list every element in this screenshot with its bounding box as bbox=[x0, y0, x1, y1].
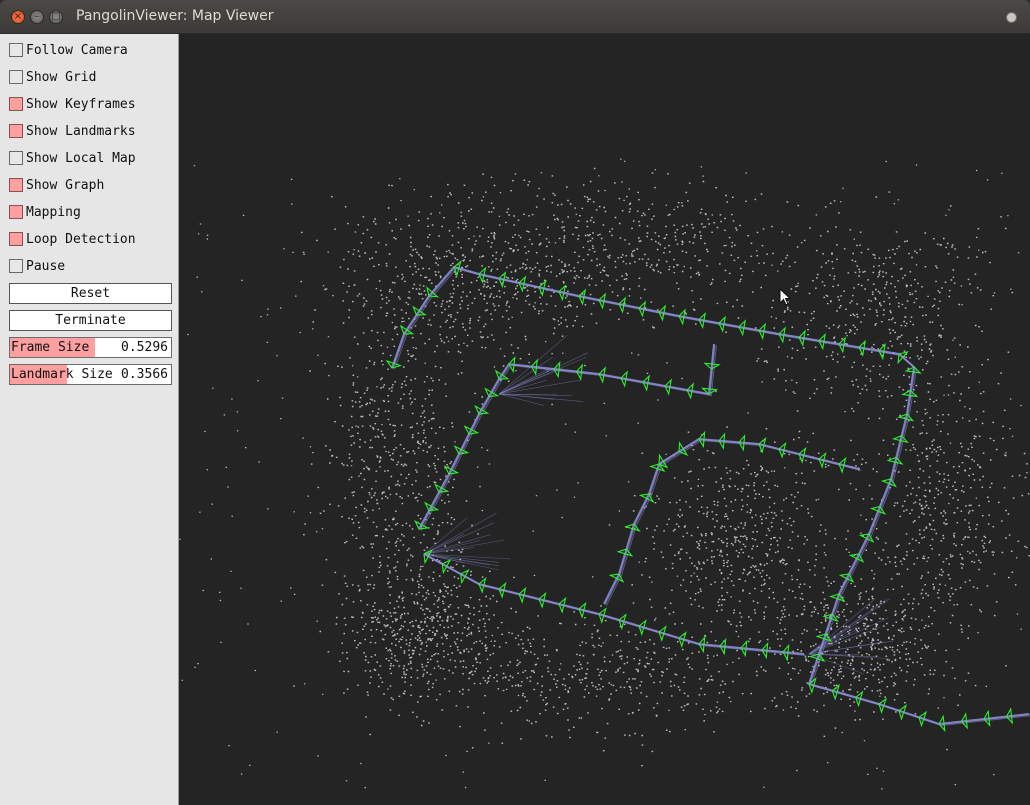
landmark-cloud bbox=[179, 158, 1030, 790]
minimize-icon: – bbox=[34, 11, 40, 22]
graph-edge bbox=[391, 265, 1030, 726]
graph-edge bbox=[808, 598, 876, 655]
toggle-follow-camera[interactable]: Follow Camera bbox=[9, 42, 128, 58]
checkbox-icon[interactable] bbox=[9, 97, 23, 111]
toggle-show-grid[interactable]: Show Grid bbox=[9, 69, 96, 85]
toggle-pause[interactable]: Pause bbox=[9, 258, 65, 274]
graph-edges bbox=[391, 265, 1030, 727]
checkbox-icon[interactable] bbox=[9, 259, 23, 273]
checkbox-icon[interactable] bbox=[9, 178, 23, 192]
checkbox-icon[interactable] bbox=[9, 124, 23, 138]
graph-edge bbox=[421, 345, 717, 531]
toggle-show-graph[interactable]: Show Graph bbox=[9, 177, 104, 193]
checkbox-icon[interactable] bbox=[9, 232, 23, 246]
close-icon: × bbox=[13, 11, 23, 22]
toggle-show-landmarks[interactable]: Show Landmarks bbox=[9, 123, 136, 139]
graph-edge bbox=[603, 463, 660, 605]
toggle-mapping[interactable]: Mapping bbox=[9, 204, 81, 220]
toggle-label: Mapping bbox=[26, 204, 81, 220]
graph-edge bbox=[425, 554, 806, 656]
window-menu-icon[interactable] bbox=[1006, 12, 1017, 23]
slider-label: Frame Size bbox=[11, 340, 90, 355]
mouse-cursor-icon bbox=[779, 288, 792, 306]
graph-edge bbox=[419, 344, 716, 530]
graph-edge bbox=[498, 393, 544, 406]
graph-edge bbox=[426, 555, 807, 656]
maximize-window-button[interactable]: □ bbox=[49, 10, 63, 24]
landmark-points bbox=[179, 158, 1030, 790]
frame-size-slider[interactable]: Frame Size 0.5296 bbox=[9, 337, 172, 358]
checkbox-icon[interactable] bbox=[9, 70, 23, 84]
title-bar: × – □ PangolinViewer: Map Viewer bbox=[0, 0, 1030, 34]
graph-edge bbox=[808, 598, 888, 655]
minimize-window-button[interactable]: – bbox=[30, 10, 44, 24]
slider-value: 0.5296 bbox=[121, 340, 168, 355]
toggle-show-local-map[interactable]: Show Local Map bbox=[9, 150, 136, 166]
map-viewport[interactable] bbox=[179, 34, 1030, 805]
toggle-label: Show Graph bbox=[26, 177, 105, 193]
terminate-button[interactable]: Terminate bbox=[9, 310, 172, 331]
app-window: × – □ PangolinViewer: Map Viewer Follow … bbox=[0, 0, 1030, 805]
slider-label: Landmark Size bbox=[11, 367, 113, 382]
toggle-label: Follow Camera bbox=[26, 42, 128, 58]
close-window-button[interactable]: × bbox=[11, 10, 25, 24]
toggle-label: Show Grid bbox=[26, 69, 97, 85]
toggle-label: Show Keyframes bbox=[26, 96, 136, 112]
map-canvas[interactable] bbox=[179, 34, 1030, 805]
landmark-size-slider[interactable]: Landmark Size 0.3566 bbox=[9, 364, 172, 385]
graph-edge bbox=[423, 553, 805, 655]
toggle-loop-detection[interactable]: Loop Detection bbox=[9, 231, 136, 247]
keyframe-frustums bbox=[385, 260, 1013, 733]
checkbox-icon[interactable] bbox=[9, 151, 23, 165]
toggle-label: Pause bbox=[26, 258, 66, 274]
control-panel: Follow Camera Show Grid Show Keyframes S… bbox=[0, 34, 179, 805]
toggle-label: Show Landmarks bbox=[26, 123, 136, 139]
window-title: PangolinViewer: Map Viewer bbox=[76, 8, 274, 24]
slider-value: 0.3566 bbox=[121, 367, 168, 382]
graph-edge bbox=[392, 267, 1030, 726]
toggle-show-keyframes[interactable]: Show Keyframes bbox=[9, 96, 136, 112]
reset-button[interactable]: Reset bbox=[9, 283, 172, 304]
checkbox-icon[interactable] bbox=[9, 205, 23, 219]
maximize-icon: □ bbox=[51, 11, 61, 22]
toggle-label: Show Local Map bbox=[26, 150, 136, 166]
checkbox-icon[interactable] bbox=[9, 43, 23, 57]
toggle-label: Loop Detection bbox=[26, 231, 136, 247]
